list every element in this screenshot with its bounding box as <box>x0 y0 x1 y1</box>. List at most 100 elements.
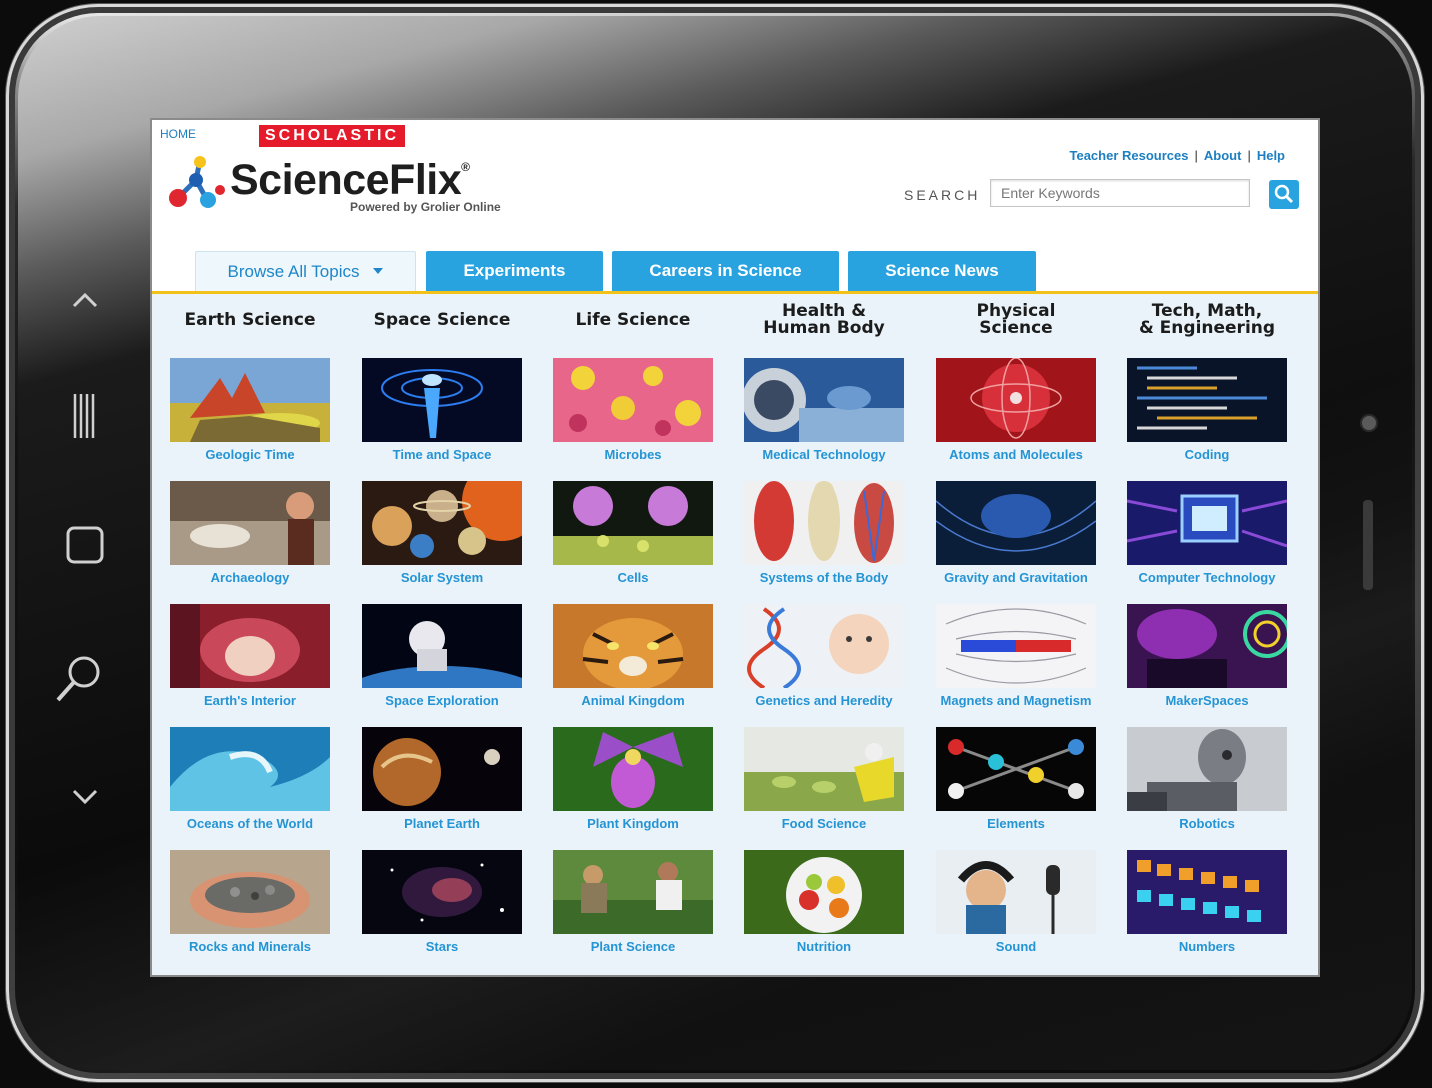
elements-thumbnail <box>936 727 1096 811</box>
topic-label: Archaeology <box>210 570 290 585</box>
search-input[interactable] <box>990 179 1250 207</box>
archaeology-thumbnail <box>170 481 330 565</box>
topic-planet-earth[interactable]: Planet Earth <box>362 727 522 850</box>
topic-label: Food Science <box>781 816 867 831</box>
search-button[interactable] <box>1269 180 1299 209</box>
camera-icon <box>1362 416 1376 430</box>
topic-gravity-and-gravitation[interactable]: Gravity and Gravitation <box>936 481 1096 604</box>
topic-solar-system[interactable]: Solar System <box>362 481 522 604</box>
topic-cells[interactable]: Cells <box>553 481 713 604</box>
topic-robotics[interactable]: Robotics <box>1127 727 1287 850</box>
home-link[interactable]: HOME <box>160 127 196 141</box>
topic-stars[interactable]: Stars <box>362 850 522 973</box>
help-link[interactable]: Help <box>1257 148 1285 163</box>
systems-of-body-thumbnail <box>744 481 904 565</box>
column-heading: Space Science <box>373 309 511 330</box>
logo-wordmark: ScienceFlix® <box>230 156 470 204</box>
gravity-thumbnail <box>936 481 1096 565</box>
atoms-thumbnail <box>936 358 1096 442</box>
topic-coding[interactable]: Coding <box>1127 358 1287 481</box>
main-tabs: Browse All Topics Experiments Careers in… <box>152 251 1318 295</box>
topic-label: Robotics <box>1179 816 1235 831</box>
topic-medical-technology[interactable]: Medical Technology <box>744 358 904 481</box>
logo-tagline: Powered by Grolier Online <box>350 200 501 214</box>
column-heading: Earth Science <box>184 309 316 330</box>
magnifier-icon[interactable] <box>54 652 104 704</box>
topic-magnets-and-magnetism[interactable]: Magnets and Magnetism <box>936 604 1096 727</box>
tab-science-news[interactable]: Science News <box>848 251 1036 291</box>
tab-browse-all-topics[interactable]: Browse All Topics <box>195 251 416 295</box>
topic-label: Numbers <box>1178 939 1236 954</box>
menu-lines-icon[interactable] <box>70 392 100 440</box>
topic-archaeology[interactable]: Archaeology <box>170 481 330 604</box>
topic-label: Plant Science <box>590 939 676 954</box>
topic-label: Plant Kingdom <box>587 816 679 831</box>
topic-label: Animal Kingdom <box>581 693 685 708</box>
site-header: HOME SCHOLASTIC ScienceFlix® Powered by … <box>152 120 1318 295</box>
computer-technology-thumbnail <box>1127 481 1287 565</box>
utility-links: Teacher Resources | About | Help <box>1069 148 1286 163</box>
topic-systems-of-the-body[interactable]: Systems of the Body <box>744 481 904 604</box>
scroll-down-icon[interactable] <box>70 787 100 807</box>
topic-label: Magnets and Magnetism <box>940 693 1092 708</box>
topic-label: Computer Technology <box>1138 570 1276 585</box>
robotics-thumbnail <box>1127 727 1287 811</box>
topic-rocks-and-minerals[interactable]: Rocks and Minerals <box>170 850 330 973</box>
tab-experiments[interactable]: Experiments <box>426 251 603 291</box>
space-exploration-thumbnail <box>362 604 522 688</box>
topic-earths-interior[interactable]: Earth's Interior <box>170 604 330 727</box>
food-science-thumbnail <box>744 727 904 811</box>
topic-sound[interactable]: Sound <box>936 850 1096 973</box>
tab-careers-in-science[interactable]: Careers in Science <box>612 251 839 291</box>
scroll-up-icon[interactable] <box>70 290 100 310</box>
topic-genetics-and-heredity[interactable]: Genetics and Heredity <box>744 604 904 727</box>
magnets-thumbnail <box>936 604 1096 688</box>
about-link[interactable]: About <box>1204 148 1242 163</box>
column-heading: Physical Science <box>976 301 1056 338</box>
topic-makerspaces[interactable]: MakerSpaces <box>1127 604 1287 727</box>
topic-label: Cells <box>617 570 649 585</box>
topic-plant-kingdom[interactable]: Plant Kingdom <box>553 727 713 850</box>
scienceflix-logo[interactable]: ScienceFlix® Powered by Grolier Online <box>166 148 526 218</box>
topic-plant-science[interactable]: Plant Science <box>553 850 713 973</box>
topic-label: Space Exploration <box>385 693 499 708</box>
rocks-thumbnail <box>170 850 330 934</box>
topic-animal-kingdom[interactable]: Animal Kingdom <box>553 604 713 727</box>
teacher-resources-link[interactable]: Teacher Resources <box>1070 148 1189 163</box>
stars-thumbnail <box>362 850 522 934</box>
topic-geologic-time[interactable]: Geologic Time <box>170 358 330 481</box>
geologic-time-thumbnail <box>170 358 330 442</box>
medical-technology-thumbnail <box>744 358 904 442</box>
topic-oceans-of-the-world[interactable]: Oceans of the World <box>170 727 330 850</box>
topic-grid: Earth Science Geologic Time Archaeology <box>152 294 1318 975</box>
genetics-thumbnail <box>744 604 904 688</box>
column-heading: Tech, Math, & Engineering <box>1138 301 1276 338</box>
topic-atoms-and-molecules[interactable]: Atoms and Molecules <box>936 358 1096 481</box>
topic-label: Genetics and Heredity <box>755 693 893 708</box>
scholastic-badge[interactable]: SCHOLASTIC <box>259 125 405 147</box>
topic-food-science[interactable]: Food Science <box>744 727 904 850</box>
topic-label: Coding <box>1184 447 1230 462</box>
topic-label: Solar System <box>400 570 484 585</box>
topic-computer-technology[interactable]: Computer Technology <box>1127 481 1287 604</box>
topic-label: Planet Earth <box>404 816 480 831</box>
topic-elements[interactable]: Elements <box>936 727 1096 850</box>
square-home-icon[interactable] <box>65 525 105 565</box>
plant-kingdom-thumbnail <box>553 727 713 811</box>
topic-nutrition[interactable]: Nutrition <box>744 850 904 973</box>
side-home-button[interactable] <box>1363 500 1373 590</box>
planet-earth-thumbnail <box>362 727 522 811</box>
topic-label: Systems of the Body <box>759 570 889 585</box>
numbers-thumbnail <box>1127 850 1287 934</box>
topic-numbers[interactable]: Numbers <box>1127 850 1287 973</box>
topic-time-and-space[interactable]: Time and Space <box>362 358 522 481</box>
topic-label: Geologic Time <box>205 447 295 462</box>
screen: HOME SCHOLASTIC ScienceFlix® Powered by … <box>152 120 1318 975</box>
column-heading: Health & Human Body <box>763 301 885 338</box>
animal-kingdom-thumbnail <box>553 604 713 688</box>
topic-microbes[interactable]: Microbes <box>553 358 713 481</box>
topic-label: Stars <box>425 939 459 954</box>
topic-label: Time and Space <box>392 447 492 462</box>
topic-space-exploration[interactable]: Space Exploration <box>362 604 522 727</box>
topic-label: Microbes <box>604 447 662 462</box>
